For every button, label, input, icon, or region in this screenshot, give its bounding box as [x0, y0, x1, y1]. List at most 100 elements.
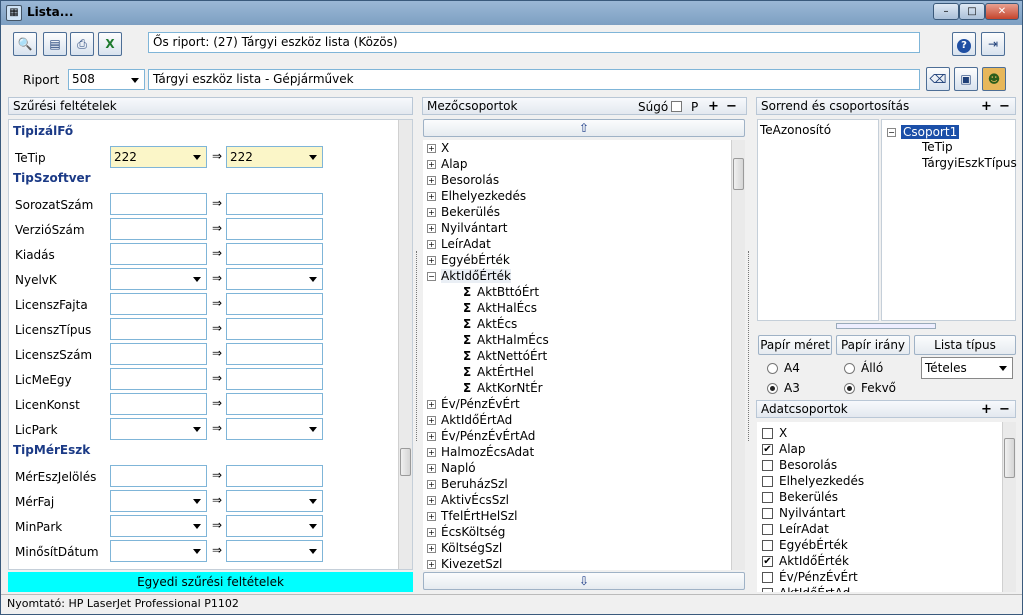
data-group-item[interactable]: Bekerülés [762, 490, 864, 506]
data-groups-scroll-thumb[interactable] [1004, 438, 1015, 478]
filter-to-input[interactable] [226, 343, 323, 365]
filter-to-input[interactable] [226, 318, 323, 340]
left-splitter[interactable] [416, 251, 421, 441]
clear-button[interactable]: ⌫ [926, 67, 950, 91]
filter-to-input[interactable] [226, 490, 323, 512]
report-id-select[interactable]: 508 [68, 69, 145, 90]
checkbox-icon[interactable] [762, 460, 773, 471]
data-group-item[interactable]: AktIdőÉrtAd [762, 586, 864, 592]
custom-filter-bar[interactable]: Egyedi szűrési feltételek [8, 572, 413, 592]
field-item[interactable]: Σ AktHalmÉcs [427, 333, 549, 349]
paper-orientation-button[interactable]: Papír irány [836, 335, 910, 355]
filter-scrollbar[interactable] [398, 120, 412, 569]
checkbox-icon[interactable] [762, 508, 773, 519]
expand-icon[interactable]: + [427, 544, 436, 553]
right-splitter[interactable] [748, 251, 753, 441]
filter-to-input[interactable] [226, 515, 323, 537]
minimize-button[interactable]: – [933, 3, 959, 20]
close-button[interactable]: ✕ [985, 3, 1019, 20]
a3-radio[interactable]: A3 [767, 381, 800, 395]
collapse-icon[interactable]: − [887, 128, 896, 137]
data-group-item[interactable]: Év/PénzÉvÉrt [762, 570, 864, 586]
field-group[interactable]: + Napló [427, 461, 549, 477]
data-group-item[interactable]: EgyébÉrték [762, 538, 864, 554]
filter-to-input[interactable] [226, 218, 323, 240]
checkbox-icon[interactable] [762, 540, 773, 551]
field-group[interactable]: + Alap [427, 157, 549, 173]
collapse-all-icon[interactable]: − [726, 100, 737, 113]
checkbox-icon[interactable] [762, 492, 773, 503]
checkbox-icon[interactable] [762, 524, 773, 535]
filter-to-input[interactable] [226, 393, 323, 415]
checkbox-checked-icon[interactable]: ✔ [762, 444, 773, 455]
field-group[interactable]: − AktIdőÉrték [427, 269, 549, 285]
filter-to-input[interactable] [226, 268, 323, 290]
field-group[interactable]: + Besorolás [427, 173, 549, 189]
filter-from-input[interactable]: 222 [110, 146, 207, 168]
checkbox-icon[interactable] [762, 572, 773, 583]
filter-scroll-thumb[interactable] [400, 448, 411, 476]
data-group-item[interactable]: ✔ AktIdőÉrték [762, 554, 864, 570]
field-group[interactable]: + AktivÉcsSzl [427, 493, 549, 509]
scroll-up-button[interactable]: ⇧ [423, 119, 745, 137]
filter-from-input[interactable] [110, 243, 207, 265]
expand-icon[interactable]: + [427, 448, 436, 457]
group-child[interactable]: TeTip [922, 140, 953, 154]
title-bar[interactable]: ▦ Lista... – □ ✕ [1, 1, 1022, 25]
filter-to-input[interactable]: 222 [226, 146, 323, 168]
filter-to-input[interactable] [226, 293, 323, 315]
expand-icon[interactable]: + [427, 416, 436, 425]
filter-from-input[interactable] [110, 218, 207, 240]
filter-from-input[interactable] [110, 418, 207, 440]
exit-button[interactable]: ⇥ [981, 32, 1005, 56]
group-child[interactable]: TárgyiEszkTípus [922, 156, 1017, 170]
expand-icon[interactable]: + [427, 528, 436, 537]
group-node[interactable]: − Csoport1 [887, 125, 960, 139]
sort-item[interactable]: TeAzonosító [758, 120, 878, 140]
filter-from-input[interactable] [110, 368, 207, 390]
filter-to-input[interactable] [226, 193, 323, 215]
filter-to-input[interactable] [226, 540, 323, 562]
filter-from-input[interactable] [110, 515, 207, 537]
field-item[interactable]: Σ AktKorNtÉr [427, 381, 549, 397]
data-groups-remove-icon[interactable]: − [999, 403, 1010, 416]
field-group[interactable]: + BeruházSzl [427, 477, 549, 493]
data-group-item[interactable]: Besorolás [762, 458, 864, 474]
filter-from-input[interactable] [110, 465, 207, 487]
sort-add-icon[interactable]: + [981, 100, 992, 113]
expand-icon[interactable]: + [427, 480, 436, 489]
filter-to-input[interactable] [226, 368, 323, 390]
field-group[interactable]: + TfelÉrtHelSzl [427, 509, 549, 525]
expand-icon[interactable]: + [427, 240, 436, 249]
report-settings-button[interactable]: ▤ [43, 32, 67, 56]
expand-all-icon[interactable]: + [708, 100, 719, 113]
filter-from-input[interactable] [110, 268, 207, 290]
checkbox-icon[interactable] [762, 476, 773, 487]
expand-icon[interactable]: + [427, 400, 436, 409]
horizontal-splitter[interactable] [836, 323, 936, 329]
filter-from-input[interactable] [110, 318, 207, 340]
print-button[interactable]: ⎙ [70, 32, 94, 56]
data-group-item[interactable]: Elhelyezkedés [762, 474, 864, 490]
expand-icon[interactable]: + [427, 432, 436, 441]
expand-icon[interactable]: + [427, 144, 436, 153]
expand-icon[interactable]: + [427, 496, 436, 505]
filter-from-input[interactable] [110, 293, 207, 315]
scroll-down-button[interactable]: ⇩ [423, 572, 745, 590]
field-item[interactable]: Σ AktÉcs [427, 317, 549, 333]
filter-to-input[interactable] [226, 243, 323, 265]
help-checkbox[interactable] [671, 101, 682, 112]
filter-from-input[interactable] [110, 490, 207, 512]
report-name-field[interactable]: Tárgyi eszköz lista - Gépjárművek [148, 69, 920, 90]
expand-icon[interactable]: + [427, 176, 436, 185]
field-group[interactable]: + AktIdőÉrtAd [427, 413, 549, 429]
filter-from-input[interactable] [110, 343, 207, 365]
checkbox-icon[interactable] [762, 588, 773, 592]
expand-icon[interactable]: + [427, 512, 436, 521]
landscape-radio[interactable]: Fekvő [844, 381, 896, 395]
expand-icon[interactable]: + [427, 224, 436, 233]
list-type-button[interactable]: Lista típus [914, 335, 1016, 355]
excel-export-button[interactable]: X [98, 32, 122, 56]
sort-remove-icon[interactable]: − [999, 100, 1010, 113]
field-group[interactable]: + KöltségSzl [427, 541, 549, 557]
